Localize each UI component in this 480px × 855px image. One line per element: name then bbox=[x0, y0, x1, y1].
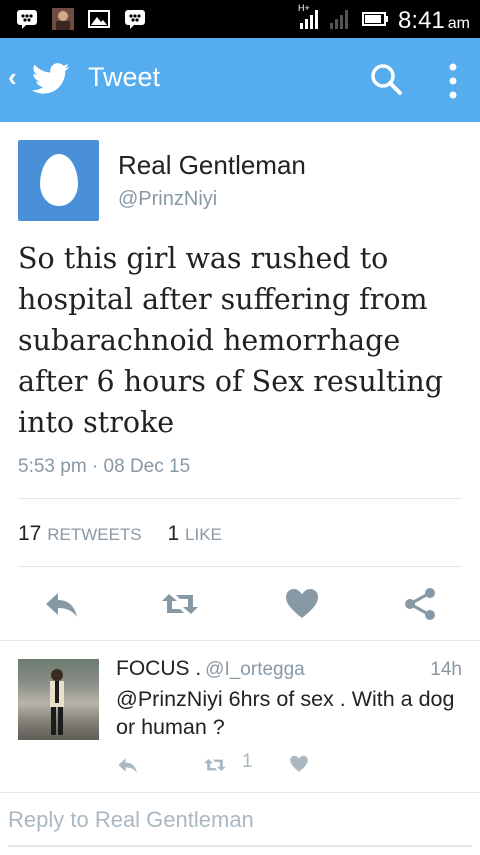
tweet-text: So this girl was rushed to hospital afte… bbox=[18, 242, 443, 439]
status-bar: H+ 8:41 am bbox=[0, 0, 480, 38]
twitter-bird-icon[interactable] bbox=[32, 62, 70, 96]
divider bbox=[18, 566, 462, 567]
tweet-timestamp: 5:53 pm · 08 Dec 15 bbox=[18, 456, 191, 477]
bbm-icon bbox=[17, 10, 37, 29]
reply-input-underline bbox=[8, 845, 472, 847]
likes-count[interactable]: 1 bbox=[168, 522, 180, 545]
divider bbox=[18, 498, 462, 499]
reply-author-name[interactable]: FOCUS . bbox=[116, 657, 201, 680]
app-bar: ‹ Tweet bbox=[0, 38, 480, 122]
reply-icon[interactable] bbox=[42, 584, 82, 624]
reply-icon[interactable] bbox=[116, 753, 140, 777]
author-name[interactable]: Real Gentleman bbox=[118, 150, 306, 181]
tweet-stats: 17 RETWEETS 1 LIKE bbox=[18, 522, 242, 546]
status-time-value: 8:41 bbox=[398, 7, 445, 34]
retweets-count[interactable]: 17 bbox=[18, 522, 41, 545]
tweet-author[interactable]: Real Gentleman @PrinzNiyi bbox=[18, 140, 458, 222]
status-time-ampm: am bbox=[447, 15, 470, 32]
retweet-icon[interactable] bbox=[202, 753, 228, 777]
reply-compose[interactable]: Reply to Real Gentleman bbox=[0, 792, 480, 855]
like-icon[interactable] bbox=[282, 584, 322, 624]
battery-icon bbox=[362, 12, 388, 26]
reply-timestamp: 14h bbox=[430, 659, 462, 680]
reply-tweet[interactable]: FOCUS . @I_ortegga 14h @PrinzNiyi 6hrs of… bbox=[0, 640, 480, 791]
avatar[interactable] bbox=[18, 140, 99, 221]
reply-author-handle[interactable]: @I_ortegga bbox=[205, 659, 305, 680]
tweet-actions bbox=[0, 584, 480, 624]
photo-notification-icon bbox=[52, 8, 74, 30]
reply-input[interactable]: Reply to Real Gentleman bbox=[8, 807, 254, 833]
search-icon[interactable] bbox=[369, 62, 403, 96]
reply-text: @PrinzNiyi 6hrs of sex . With a dog or h… bbox=[116, 687, 455, 739]
default-egg-icon bbox=[40, 154, 78, 206]
signal-icon bbox=[300, 10, 318, 29]
signal-icon bbox=[330, 10, 348, 29]
avatar[interactable] bbox=[18, 659, 99, 740]
reply-author[interactable]: FOCUS . @I_ortegga bbox=[116, 657, 305, 681]
back-button[interactable]: ‹ bbox=[8, 62, 17, 93]
retweets-label[interactable]: RETWEETS bbox=[47, 525, 141, 544]
gallery-icon bbox=[88, 10, 110, 28]
author-handle[interactable]: @PrinzNiyi bbox=[118, 188, 217, 211]
retweet-icon[interactable] bbox=[160, 584, 200, 624]
status-time: 8:41 am bbox=[398, 7, 470, 35]
share-icon[interactable] bbox=[400, 584, 440, 624]
reply-actions: 1 bbox=[116, 751, 336, 779]
likes-label[interactable]: LIKE bbox=[185, 525, 222, 544]
reply-retweet-count: 1 bbox=[242, 751, 253, 772]
app-bar-title: Tweet bbox=[88, 62, 161, 92]
more-vert-icon[interactable] bbox=[446, 62, 460, 100]
like-icon[interactable] bbox=[288, 753, 310, 775]
person-photo-icon bbox=[50, 669, 64, 735]
bbm-icon bbox=[125, 10, 145, 29]
